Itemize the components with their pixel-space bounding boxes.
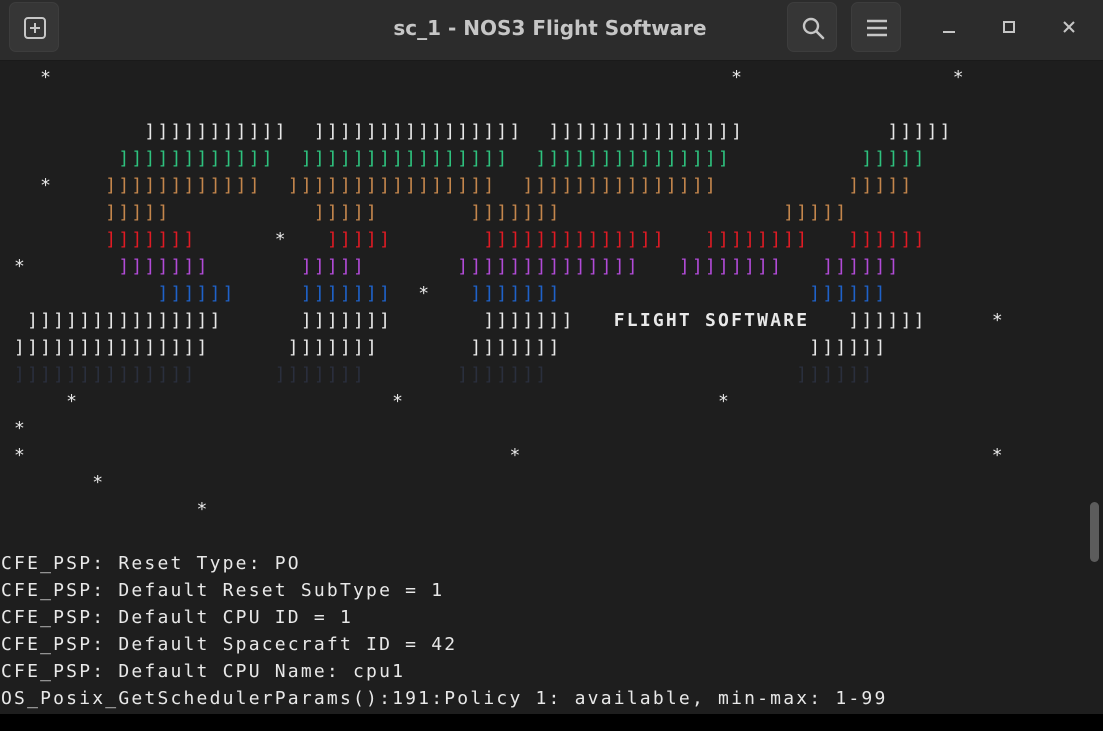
star-line: * * *	[1, 445, 1005, 466]
window-title: sc_1 - NOS3 Flight Software	[393, 16, 707, 40]
hamburger-menu-icon	[867, 19, 887, 37]
banner-line: ]]]]]]]]]]]]]] ]]]]]]] ]]]]]]] ]]]]]]	[1, 364, 875, 385]
star: *	[1, 175, 106, 196]
banner-line: ]]]]]]]]]]]] ]]]]]]]]]]]]]]]] ]]]]]]]]]]…	[105, 175, 914, 196]
banner-line: ]]]]]]] ]]]]]]	[470, 283, 888, 304]
star-line: * * *	[1, 391, 732, 412]
new-tab-icon	[24, 17, 46, 39]
star-line: *	[1, 418, 28, 439]
close-icon	[1063, 21, 1075, 33]
log-line: CFE_PSP: Default CPU ID = 1	[1, 607, 353, 628]
minimize-icon	[943, 31, 955, 33]
log-line: CFE_PSP: Default Spacecraft ID = 42	[1, 634, 458, 655]
banner-line: ]]]]]] *	[809, 310, 1005, 331]
banner-line: ]]]]]]]]]]]]]]] ]]]]]]] ]]]]]]]	[1, 310, 614, 331]
close-button[interactable]	[1054, 12, 1084, 42]
banner-line: ]]]]]]]]]]]] ]]]]]]]]]]]]]]]] ]]]]]]]]]]…	[1, 148, 927, 169]
banner-line: ]]]]]]]	[1, 229, 275, 250]
banner-line: ]]]]] ]]]]] ]]]]]]] ]]]]]	[1, 202, 849, 223]
maximize-button[interactable]	[994, 12, 1024, 42]
log-line: CFE_PSP: Reset Type: PO	[1, 553, 301, 574]
banner-line: ]]]]]] ]]]]]]]	[1, 283, 419, 304]
banner-line: ]]]]] ]]]]]]]]]]]]]] ]]]]]]]] ]]]]]]	[326, 229, 927, 250]
banner-line: ]]]]]]] ]]]]] ]]]]]]]]]]]]]] ]]]]]]]] ]]…	[118, 256, 901, 277]
menu-button[interactable]	[851, 2, 901, 52]
terminal-text: * * * ]]]]]]]]]]] ]]]]]]]]]]]]]]]] ]]]]]…	[1, 64, 1005, 712]
search-icon	[802, 17, 825, 40]
star-line: *	[1, 472, 106, 493]
new-tab-button[interactable]	[9, 2, 59, 52]
flight-software-label: FLIGHT SOFTWARE	[613, 310, 810, 331]
star: *	[274, 229, 327, 250]
minimize-button[interactable]	[934, 12, 964, 42]
star: *	[1, 256, 119, 277]
star-line: *	[1, 499, 210, 520]
banner-line: ]]]]]]]]]]] ]]]]]]]]]]]]]]]] ]]]]]]]]]]]…	[1, 121, 953, 142]
banner-line: ]]]]]]]]]]]]]]] ]]]]]]] ]]]]]]] ]]]]]]	[1, 337, 888, 358]
log-line: CFE_PSP: Default Reset SubType = 1	[1, 580, 445, 601]
log-line: OS_Posix_GetSchedulerParams():191:Policy…	[1, 688, 888, 709]
maximize-icon	[1003, 21, 1015, 33]
star: *	[418, 283, 471, 304]
log-line: CFE_PSP: Default CPU Name: cpu1	[1, 661, 406, 682]
scrollbar-thumb[interactable]	[1090, 502, 1099, 562]
terminal-window: sc_1 - NOS3 Flight Software * * *]]]]]]…	[0, 0, 1103, 714]
search-button[interactable]	[787, 2, 837, 52]
terminal-output[interactable]: * * * ]]]]]]]]]]] ]]]]]]]]]]]]]]]] ]]]]]…	[0, 61, 1103, 714]
title-bar: sc_1 - NOS3 Flight Software	[0, 0, 1103, 61]
banner-line: * * *	[1, 67, 966, 88]
